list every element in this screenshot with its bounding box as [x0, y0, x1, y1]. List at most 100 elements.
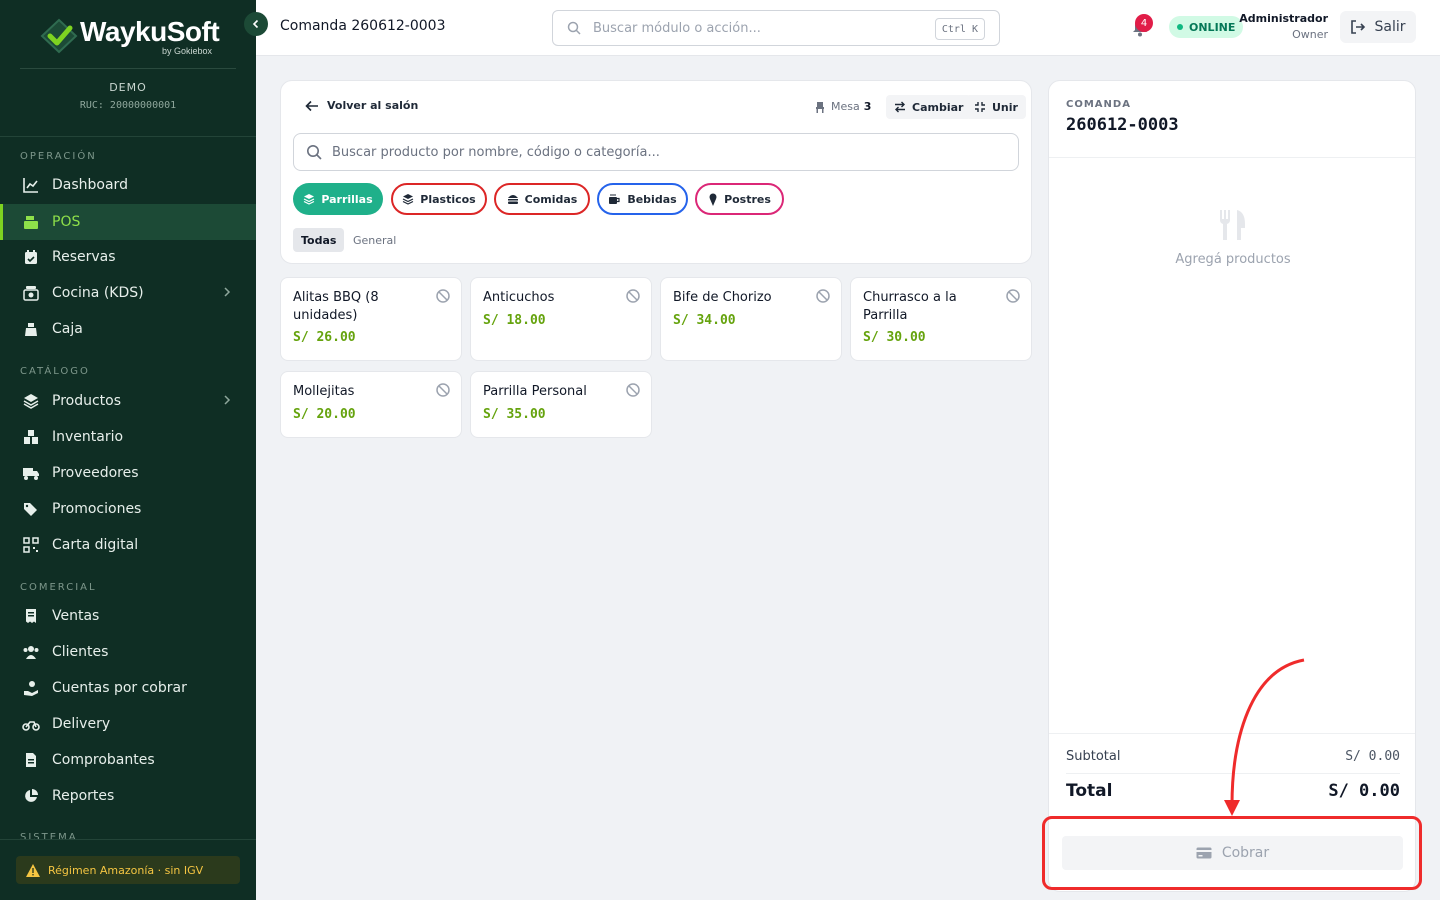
warning-icon	[26, 863, 40, 877]
receipt-icon	[22, 607, 40, 625]
brand-logo[interactable]: WaykuSoft by Gokiebox	[40, 16, 220, 60]
sidebar-item-reportes[interactable]: Reportes	[0, 778, 256, 814]
sidebar-item-reservas[interactable]: Reservas	[0, 239, 256, 275]
sidebar-item-caja[interactable]: Caja	[0, 311, 256, 347]
status-badge: ONLINE	[1169, 16, 1244, 38]
cash-register-icon	[22, 213, 40, 231]
subtotal-value: S/ 0.00	[1345, 749, 1400, 764]
order-number: 260612-0003	[1066, 115, 1179, 135]
status-dot	[1177, 24, 1183, 30]
product-card[interactable]: Bife de Chorizo S/ 34.00	[660, 277, 842, 361]
sidebar-item-label: Productos	[52, 393, 122, 409]
back-to-salon-button[interactable]: Volver al salón	[305, 99, 418, 112]
change-label: Cambiar	[912, 100, 964, 114]
subfilter-general[interactable]: General	[345, 228, 404, 252]
chevron-right-icon	[224, 287, 231, 297]
sidebar-item-pos[interactable]: POS	[0, 204, 256, 240]
product-name: Churrasco a la Parrilla	[863, 290, 957, 323]
divider	[0, 839, 256, 840]
category-label: Comidas	[524, 192, 578, 206]
layers-icon	[22, 392, 40, 410]
sidebar-item-label: Dashboard	[52, 177, 128, 193]
sidebar-item-label: POS	[52, 214, 81, 230]
product-card[interactable]: Parrilla Personal S/ 35.00	[470, 371, 652, 438]
sidebar-item-label: Inventario	[52, 429, 124, 445]
regimen-text: Régimen Amazonía · sin IGV	[48, 863, 204, 877]
category-label: Postres	[724, 192, 771, 206]
product-card[interactable]: Anticuchos S/ 18.00	[470, 277, 652, 361]
hand-coin-icon	[22, 679, 40, 697]
sidebar-item-label: Clientes	[52, 644, 109, 660]
global-search-input[interactable]: Buscar módulo o acción... Ctrl K	[552, 10, 1000, 46]
category-bebidas[interactable]: Bebidas	[597, 183, 688, 215]
category-label: Bebidas	[627, 192, 677, 206]
product-name: Anticuchos	[483, 290, 555, 305]
sidebar-item-proveedores[interactable]: Proveedores	[0, 455, 256, 491]
change-table-button[interactable]: Cambiar	[886, 95, 972, 119]
unavailable-icon[interactable]	[435, 288, 451, 304]
motorcycle-icon	[22, 715, 40, 733]
sidebar-item-cuentas-por-cobrar[interactable]: Cuentas por cobrar	[0, 670, 256, 706]
subfilter-todas[interactable]: Todas	[293, 228, 345, 252]
sidebar-item-label: Delivery	[52, 716, 111, 732]
sidebar-item-comprobantes[interactable]: Comprobantes	[0, 742, 256, 778]
unavailable-icon[interactable]	[435, 382, 451, 398]
sidebar-item-clientes[interactable]: Clientes	[0, 634, 256, 670]
category-parrillas[interactable]: Parrillas	[293, 183, 383, 215]
tenant-ruc: RUC: 20000000001	[79, 100, 177, 111]
product-card[interactable]: Churrasco a la Parrilla S/ 30.00	[850, 277, 1032, 361]
unavailable-icon[interactable]	[815, 288, 831, 304]
sidebar-item-inventario[interactable]: Inventario	[0, 419, 256, 455]
sidebar-item-ventas[interactable]: Ventas	[0, 598, 256, 634]
product-name: Alitas BBQ (8 unidades)	[293, 290, 379, 323]
section-label-comercial: COMERCIAL	[20, 582, 97, 593]
sidebar-item-label: Caja	[52, 321, 83, 337]
product-card[interactable]: Mollejitas S/ 20.00	[280, 371, 462, 438]
category-postres[interactable]: Postres	[695, 183, 784, 215]
divider	[0, 136, 256, 137]
user-info[interactable]: Administrador Owner	[1239, 12, 1328, 41]
brand-name: WaykuSoft	[80, 16, 220, 47]
empty-order-text: Agregá productos	[1175, 252, 1291, 267]
category-label: Parrillas	[321, 192, 373, 206]
search-icon	[306, 144, 322, 160]
sidebar-item-carta-digital[interactable]: Carta digital	[0, 527, 256, 563]
sidebar-item-label: Cuentas por cobrar	[52, 680, 187, 696]
logo-mark-icon	[40, 18, 78, 54]
product-card[interactable]: Alitas BBQ (8 unidades) S/ 26.00	[280, 277, 462, 361]
sidebar-item-promociones[interactable]: Promociones	[0, 491, 256, 527]
unavailable-icon[interactable]	[1005, 288, 1021, 304]
logout-button[interactable]: Salir	[1340, 11, 1416, 43]
product-name: Bife de Chorizo	[673, 290, 772, 305]
compress-icon	[974, 101, 986, 113]
category-comidas[interactable]: Comidas	[494, 183, 590, 215]
unavailable-icon[interactable]	[625, 288, 641, 304]
subtotal-label: Subtotal	[1066, 749, 1121, 764]
collapse-sidebar-button[interactable]	[244, 12, 268, 36]
kitchen-icon	[22, 284, 40, 302]
burger-icon	[507, 193, 519, 205]
annotation-highlight-box	[1042, 816, 1422, 890]
section-label-operacion: OPERACIÓN	[20, 151, 97, 162]
sidebar-item-cocina[interactable]: Cocina (KDS)	[0, 275, 256, 311]
calendar-check-icon	[22, 248, 40, 266]
divider	[1049, 157, 1415, 158]
sidebar-item-label: Reservas	[52, 249, 116, 265]
sidebar-item-label: Carta digital	[52, 537, 139, 553]
sidebar-item-dashboard[interactable]: Dashboard	[0, 167, 256, 203]
sidebar-item-label: Cocina (KDS)	[52, 285, 144, 301]
notification-count-badge: 4	[1135, 14, 1153, 32]
product-name: Parrilla Personal	[483, 384, 587, 399]
chair-icon	[814, 101, 826, 113]
join-tables-button[interactable]: Unir	[966, 95, 1026, 119]
boxes-icon	[22, 428, 40, 446]
swap-icon	[894, 101, 906, 113]
sidebar-item-productos[interactable]: Productos	[0, 383, 256, 419]
product-search-input[interactable]: Buscar producto por nombre, código o cat…	[293, 133, 1019, 171]
sidebar-item-label: Proveedores	[52, 465, 139, 481]
users-icon	[22, 643, 40, 661]
sidebar-item-delivery[interactable]: Delivery	[0, 706, 256, 742]
product-price: S/ 34.00	[673, 313, 736, 328]
category-plasticos[interactable]: Plasticos	[391, 183, 487, 215]
unavailable-icon[interactable]	[625, 382, 641, 398]
